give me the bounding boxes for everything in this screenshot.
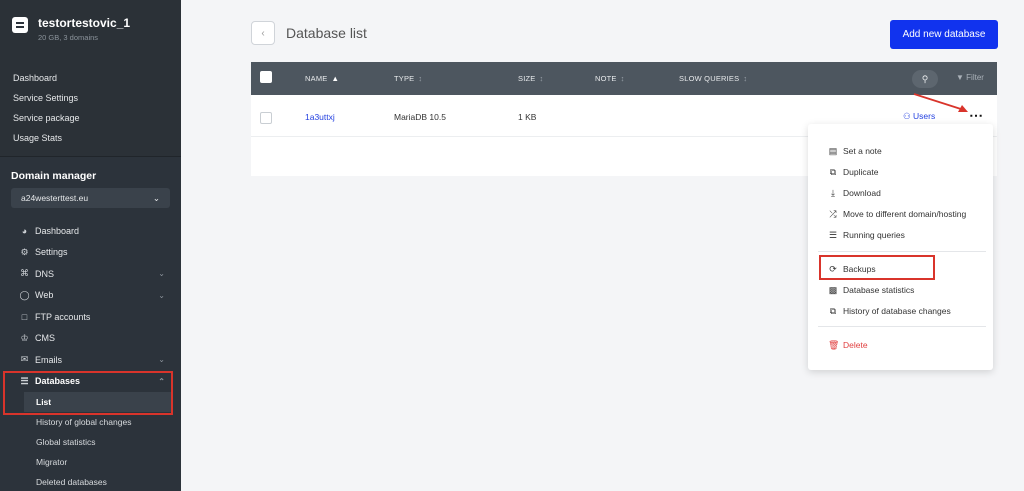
server-icon <box>12 17 28 33</box>
chart-icon: ▩ <box>828 284 838 295</box>
filter-icon: ▼ <box>956 73 964 82</box>
search-button[interactable]: ⚲ <box>912 70 938 88</box>
sidebar-subitem-deleted-databases[interactable]: Deleted databases <box>0 472 181 491</box>
column-header-size[interactable]: SIZE ↕ <box>518 74 543 83</box>
sidebar-item-label: Dashboard <box>35 225 80 236</box>
download-icon: ⤓ <box>831 187 835 198</box>
dns-icon: ⌘ <box>20 268 29 279</box>
select-all-checkbox[interactable] <box>260 71 272 83</box>
annotation-arrow <box>913 93 968 112</box>
account-subtitle: 20 GB, 3 domains <box>38 33 99 42</box>
sidebar: testortestovic_1 20 GB, 3 domains Dashbo… <box>0 0 181 491</box>
cms-icon: ♔ <box>20 332 29 343</box>
sort-icon: ↕ <box>743 74 748 83</box>
account-switcher[interactable]: testortestovic_1 20 GB, 3 domains <box>12 16 130 42</box>
menu-item-database-statistics[interactable]: ▩ Database statistics <box>828 283 915 297</box>
nav-dashboard[interactable]: Dashboard <box>13 72 80 92</box>
menu-item-running-queries[interactable]: ☰ Running queries <box>828 228 905 242</box>
sidebar-subitem-history[interactable]: History of global changes <box>0 412 181 432</box>
domain-select[interactable]: a24westerttest.eu ⌄ <box>11 188 170 208</box>
chevron-down-icon: ⌄ <box>158 290 165 300</box>
menu-item-download[interactable]: ⤓ Download <box>828 186 881 200</box>
backups-highlight-box <box>819 255 935 280</box>
search-icon: ⚲ <box>921 73 929 84</box>
sidebar-item-dns[interactable]: ⌘ DNS ⌄ <box>0 263 181 285</box>
database-name-link[interactable]: 1a3uttxj <box>305 112 335 122</box>
sidebar-item-emails[interactable]: ✉ Emails ⌄ <box>0 349 181 371</box>
sidebar-item-ftp[interactable]: □ FTP accounts <box>0 306 181 328</box>
sidebar-item-web[interactable]: ◯ Web ⌄ <box>0 285 181 307</box>
row-actions-dropdown: ▤ Set a note ⧉ Duplicate ⤓ Download ⤮ Move t… <box>808 124 993 370</box>
nav-service-settings[interactable]: Service Settings <box>13 92 80 112</box>
column-header-note[interactable]: NOTE ↕ <box>595 74 625 83</box>
top-nav: Dashboard Service Settings Service packa… <box>13 72 80 152</box>
sidebar-item-label: Settings <box>35 247 68 258</box>
sidebar-item-label: FTP accounts <box>35 311 91 322</box>
page-title: Database list <box>286 25 367 41</box>
menu-item-delete[interactable]: 🗑 Delete <box>828 338 868 352</box>
database-type: MariaDB 10.5 <box>394 112 446 122</box>
sidebar-subitem-global-statistics[interactable]: Global statistics <box>0 432 181 452</box>
nav-service-package[interactable]: Service package <box>13 112 80 132</box>
sidebar-item-label: CMS <box>35 333 55 344</box>
add-database-button[interactable]: Add new database <box>890 20 998 49</box>
dashboard-icon: ◕ <box>21 225 28 236</box>
chevron-down-icon: ⌄ <box>152 192 160 203</box>
menu-item-duplicate[interactable]: ⧉ Duplicate <box>828 165 879 179</box>
databases-highlight-box <box>3 371 173 415</box>
chevron-down-icon: ⌄ <box>158 269 165 279</box>
domain-select-value: a24westerttest.eu <box>21 193 89 203</box>
sidebar-item-cms[interactable]: ♔ CMS <box>0 328 181 350</box>
chevron-left-icon: ‹ <box>261 27 265 39</box>
copy-icon: ⧉ <box>829 305 837 316</box>
database-icon: ☰ <box>828 229 838 240</box>
duplicate-icon: ⧉ <box>829 166 837 177</box>
database-size: 1 KB <box>518 112 537 122</box>
menu-item-history-changes[interactable]: ⧉ History of database changes <box>828 304 951 318</box>
back-button[interactable]: ‹ <box>251 21 275 45</box>
sort-asc-icon: ▲ <box>331 74 340 83</box>
sort-icon: ↕ <box>539 74 544 83</box>
domain-nav: ◕ Dashboard ⚙ Settings ⌘ DNS ⌄ ◯ Web ⌄ □… <box>0 220 181 491</box>
row-checkbox[interactable] <box>260 112 272 124</box>
menu-divider <box>818 251 986 252</box>
sort-icon: ↕ <box>418 74 423 83</box>
users-icon: ⚇ <box>903 111 911 121</box>
menu-item-move[interactable]: ⤮ Move to different domain/hosting <box>828 207 966 221</box>
domain-manager-title: Domain manager <box>11 170 97 182</box>
envelope-icon: ✉ <box>20 354 29 365</box>
sidebar-item-dashboard[interactable]: ◕ Dashboard <box>0 220 181 242</box>
chevron-down-icon: ⌄ <box>158 355 165 365</box>
sidebar-item-label: Emails <box>35 354 63 365</box>
column-header-name[interactable]: NAME ▲ <box>305 74 339 83</box>
trash-icon: 🗑 <box>828 339 840 350</box>
table-header: NAME ▲ TYPE ↕ SIZE ↕ NOTE ↕ SLOW QUERIES ↕ ⚲ … <box>251 62 997 95</box>
sidebar-item-label: DNS <box>35 268 55 279</box>
gear-icon: ⚙ <box>20 246 29 257</box>
sidebar-item-settings[interactable]: ⚙ Settings <box>0 242 181 264</box>
menu-item-set-note[interactable]: ▤ Set a note <box>828 144 882 158</box>
nav-usage-stats[interactable]: Usage Stats <box>13 132 80 152</box>
sort-icon: ↕ <box>620 74 625 83</box>
column-header-slow-queries[interactable]: SLOW QUERIES ↕ <box>679 74 747 83</box>
column-header-type[interactable]: TYPE ↕ <box>394 74 422 83</box>
menu-divider <box>818 326 986 327</box>
note-icon: ▤ <box>828 145 838 156</box>
account-name: testortestovic_1 <box>38 16 131 30</box>
globe-icon: ◯ <box>19 289 30 300</box>
sidebar-item-label: Web <box>35 290 54 301</box>
shuffle-icon: ⤮ <box>829 208 837 219</box>
sidebar-subitem-migrator[interactable]: Migrator <box>0 452 181 472</box>
filter-button[interactable]: ▼ Filter <box>956 73 984 82</box>
folder-icon: □ <box>21 311 28 322</box>
